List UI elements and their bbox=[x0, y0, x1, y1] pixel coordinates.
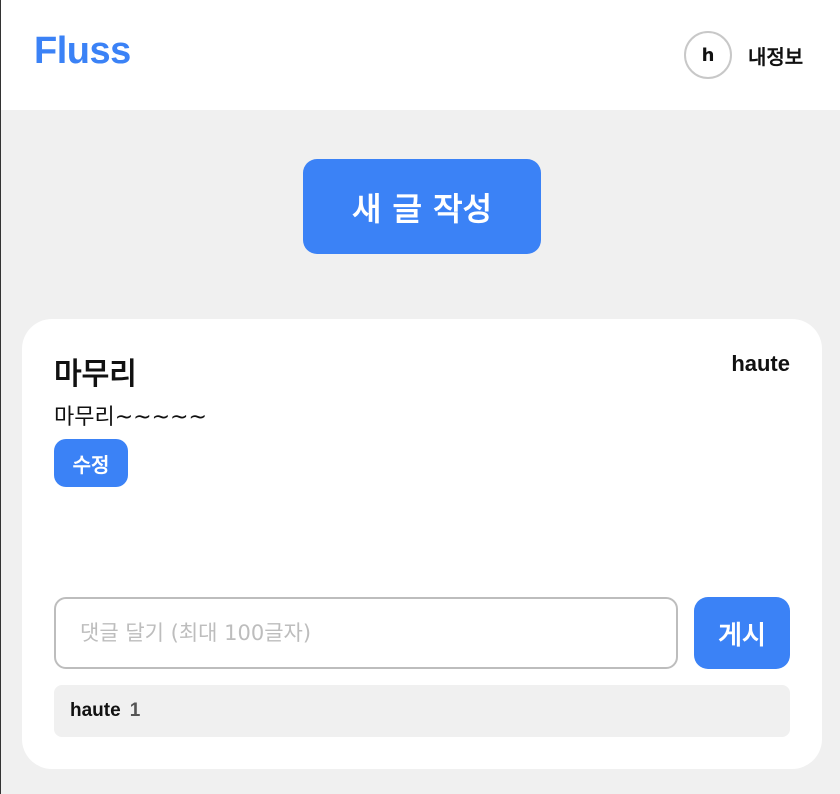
user-avatar[interactable]: h bbox=[684, 31, 732, 79]
app-logo[interactable]: Fluss bbox=[34, 30, 131, 73]
post-card: 마무리 haute 마무리~~~~~ 수정 게시 haute 1 bbox=[22, 319, 822, 769]
top-header: Fluss h 내정보 bbox=[1, 0, 840, 110]
post-content: 마무리~~~~~ bbox=[54, 405, 207, 430]
post-title: 마무리 bbox=[54, 357, 137, 392]
comment-author: haute bbox=[70, 700, 121, 721]
app-frame: Fluss h 내정보 새 글 작성 마무리 haute 마무리~~~~~ 수정… bbox=[0, 0, 840, 794]
submit-comment-button[interactable]: 게시 bbox=[694, 597, 790, 669]
comment-text: 1 bbox=[129, 700, 141, 721]
comment-input[interactable] bbox=[54, 597, 678, 669]
comment-item: haute 1 bbox=[54, 685, 790, 737]
my-info-link[interactable]: 내정보 bbox=[748, 41, 803, 70]
new-post-button[interactable]: 새 글 작성 bbox=[303, 159, 541, 254]
edit-post-button[interactable]: 수정 bbox=[54, 439, 128, 487]
post-author: haute bbox=[731, 351, 790, 376]
